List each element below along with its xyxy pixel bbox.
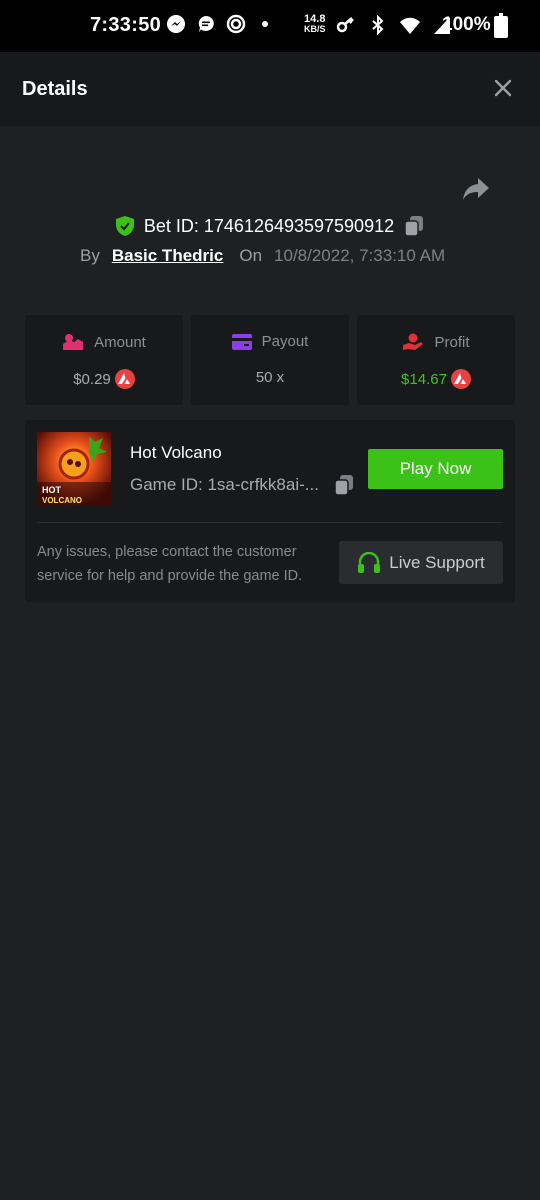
play-now-button[interactable]: Play Now (368, 449, 503, 489)
vpn-key-icon (336, 17, 354, 33)
by-label: By (80, 246, 100, 265)
share-button[interactable] (462, 176, 490, 202)
copy-game-id-icon[interactable] (334, 474, 354, 496)
profit-label: Profit (434, 333, 470, 351)
page-title: Details (22, 78, 88, 100)
share-icon (463, 178, 489, 200)
game-card: HOT VOLCANO Hot Volcano Game ID: 1sa-crf… (25, 420, 515, 602)
status-bar: 7:33:50 14.8 KB/S 100% (0, 0, 540, 52)
close-button[interactable] (491, 76, 515, 100)
payout-card-icon (231, 333, 252, 350)
close-icon (494, 79, 512, 97)
payout-label: Payout (261, 333, 309, 350)
game-thumbnail[interactable]: HOT VOLCANO (37, 432, 111, 506)
system-icons (336, 15, 452, 35)
notification-icons (166, 14, 268, 34)
profit-card: Profit $14.67 (357, 315, 515, 405)
more-notifications-dot (262, 21, 268, 27)
copy-bet-id-icon[interactable] (404, 215, 424, 237)
amount-card: Amount $0.29 (25, 315, 183, 405)
bluetooth-icon (372, 15, 384, 35)
payout-card: Payout 50 x (191, 315, 349, 405)
wifi-icon (400, 17, 420, 34)
profit-value: $14.67 (401, 370, 447, 388)
avax-coin-icon (450, 369, 471, 389)
bet-id-row: Bet ID: 1746126493597590912 (0, 213, 540, 239)
bet-id: Bet ID: 1746126493597590912 (143, 215, 395, 236)
amount-label: Amount (94, 333, 146, 351)
messenger-icon (167, 15, 185, 33)
status-time: 7:33:50 (90, 14, 162, 36)
bet-date: 10/8/2022, 7:33:10 AM (274, 246, 446, 265)
bet-stats: Amount $0.29 Payout 50 x Profit $14.67 (25, 315, 515, 405)
chat-bubble-icon (198, 16, 214, 32)
sync-app-icon (226, 14, 246, 34)
headset-icon (358, 551, 381, 573)
live-support-button[interactable]: Live Support (339, 541, 503, 584)
details-header: Details (0, 52, 540, 126)
avax-coin-icon (114, 369, 135, 389)
battery-icon (494, 13, 508, 38)
on-label: On (239, 246, 263, 265)
game-name: Hot Volcano (130, 443, 222, 462)
profit-hand-icon (403, 333, 424, 350)
thumb-text-hot: HOT (42, 485, 62, 495)
verified-shield-icon (115, 216, 134, 236)
user-link[interactable]: Basic Thedric (112, 246, 224, 266)
battery-percent: 100% (442, 14, 491, 35)
volcano-artwork: HOT VOLCANO (37, 432, 111, 506)
support-message: Any issues, please contact the customer … (37, 544, 303, 584)
thumb-text-volcano: VOLCANO (42, 496, 82, 505)
divider (37, 522, 503, 523)
amount-value: $0.29 (73, 370, 111, 388)
game-id: Game ID: 1sa-crfkk8ai-... (130, 475, 319, 494)
bet-byline: By Basic Thedric On 10/8/2022, 7:33:10 A… (80, 246, 445, 266)
payout-value: 50 x (255, 369, 285, 386)
network-speed: 14.8 KB/S (304, 13, 326, 35)
amount-icon (63, 334, 84, 350)
live-support-label: Live Support (389, 552, 485, 572)
